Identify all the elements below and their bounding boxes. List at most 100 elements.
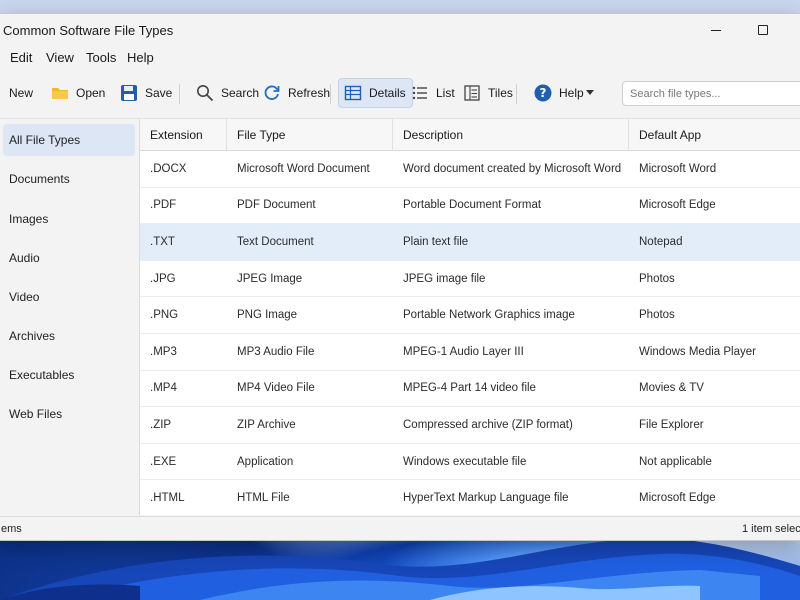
- cell-default-app: Movies & TV: [639, 382, 704, 395]
- refresh-icon: [262, 83, 282, 103]
- open-label: Open: [76, 86, 106, 100]
- list-label: List: [436, 86, 455, 100]
- toolbar-divider: [179, 84, 180, 104]
- table-row-selected[interactable]: .TXT Text Document Plain text file Notep…: [140, 224, 800, 261]
- new-button[interactable]: New: [0, 78, 39, 108]
- cell-file-type: ZIP Archive: [237, 418, 296, 431]
- cell-default-app: Notepad: [639, 235, 683, 248]
- sidebar-item-archives[interactable]: Archives: [3, 320, 135, 352]
- cell-description: Word document created by Microsoft Word: [403, 162, 622, 175]
- cell-extension: .TXT: [150, 235, 175, 248]
- cell-description: Portable Network Graphics image: [403, 309, 575, 322]
- cell-description: Portable Document Format: [403, 199, 542, 212]
- search-button[interactable]: Search: [191, 78, 265, 108]
- cell-default-app: Microsoft Edge: [639, 199, 716, 212]
- cell-default-app: Not applicable: [639, 455, 712, 468]
- table-header: Extension File Type Description Default …: [140, 119, 800, 151]
- table-row[interactable]: .EXE Application Windows executable file…: [140, 444, 800, 481]
- title-bar[interactable]: Common Software File Types: [0, 14, 800, 46]
- details-grid-icon: [343, 83, 363, 103]
- column-header-default-app[interactable]: Default App: [629, 119, 800, 151]
- open-button[interactable]: Open: [46, 78, 111, 108]
- sidebar-item-executables[interactable]: Executables: [3, 359, 135, 391]
- sidebar-item-video[interactable]: Video: [3, 281, 135, 313]
- cell-extension: .ZIP: [150, 418, 172, 431]
- table-row[interactable]: .PDF PDF Document Portable Document Form…: [140, 188, 800, 225]
- cell-file-type: Application: [237, 455, 294, 468]
- new-label: New: [9, 86, 34, 100]
- table-row[interactable]: .PNG PNG Image Portable Network Graphics…: [140, 297, 800, 334]
- refresh-label: Refresh: [288, 86, 331, 100]
- tiles-view-button[interactable]: Tiles: [458, 78, 519, 108]
- column-header-extension[interactable]: Extension: [140, 119, 227, 151]
- sidebar-item-images[interactable]: Images: [3, 203, 135, 235]
- menu-edit[interactable]: Edit: [8, 50, 34, 65]
- table-row[interactable]: .DOCX Microsoft Word Document Word docum…: [140, 151, 800, 188]
- tiles-icon: [462, 83, 482, 103]
- wallpaper-swirl-graphic: [0, 537, 800, 600]
- list-view-button[interactable]: List: [406, 78, 461, 108]
- cell-extension: .JPG: [150, 272, 176, 285]
- cell-file-type: Text Document: [237, 235, 314, 248]
- cell-default-app: Microsoft Edge: [639, 492, 716, 505]
- chevron-down-icon: [584, 83, 596, 103]
- table-row[interactable]: .ZIP ZIP Archive Compressed archive (ZIP…: [140, 407, 800, 444]
- cell-extension: .PNG: [150, 309, 179, 322]
- table-row[interactable]: .HTML HTML File HyperText Markup Languag…: [140, 480, 800, 517]
- cell-default-app: Photos: [639, 309, 675, 322]
- details-label: Details: [369, 86, 406, 100]
- toolbar-divider: [330, 84, 331, 104]
- toolbar-divider: [516, 84, 517, 104]
- search-icon: [195, 83, 215, 103]
- toolbar: New Open Save Search Refresh Details Lis…: [0, 76, 800, 114]
- cell-extension: .EXE: [150, 455, 177, 468]
- status-bar: ems 1 item selec: [0, 516, 800, 540]
- minimize-button[interactable]: [693, 14, 739, 46]
- menu-bar: Edit View Tools Help: [0, 46, 800, 70]
- cell-default-app: Microsoft Word: [639, 162, 717, 175]
- search-input[interactable]: [622, 81, 800, 106]
- details-view-button[interactable]: Details: [338, 78, 413, 108]
- help-icon: ?: [533, 83, 553, 103]
- maximize-button[interactable]: [740, 14, 786, 46]
- cell-default-app: Photos: [639, 272, 675, 285]
- maximize-icon: [758, 25, 768, 35]
- minimize-icon: [711, 29, 721, 31]
- help-button[interactable]: ? Help: [529, 78, 602, 108]
- status-selection: 1 item selec: [742, 523, 800, 535]
- cell-file-type: MP3 Audio File: [237, 345, 315, 358]
- column-header-file-type[interactable]: File Type: [227, 119, 393, 151]
- table-row[interactable]: .MP4 MP4 Video File MPEG-4 Part 14 video…: [140, 371, 800, 408]
- table-row[interactable]: .JPG JPEG Image JPEG image file Photos: [140, 261, 800, 298]
- folder-icon: [50, 83, 70, 103]
- cell-file-type: HTML File: [237, 492, 290, 505]
- sidebar-item-all-file-types[interactable]: All File Types: [3, 124, 135, 156]
- menu-view[interactable]: View: [44, 50, 76, 65]
- sidebar-item-documents[interactable]: Documents: [3, 163, 135, 195]
- sidebar-item-web-files[interactable]: Web Files: [3, 398, 135, 430]
- refresh-button[interactable]: Refresh: [258, 78, 336, 108]
- cell-file-type: MP4 Video File: [237, 382, 315, 395]
- window-title: Common Software File Types: [3, 23, 174, 38]
- cell-extension: .MP4: [150, 382, 177, 395]
- help-label: Help: [559, 86, 584, 100]
- cell-description: MPEG-1 Audio Layer III: [403, 345, 524, 358]
- menu-help[interactable]: Help: [125, 50, 156, 65]
- tiles-label: Tiles: [488, 86, 513, 100]
- cell-extension: .PDF: [150, 199, 177, 212]
- cell-extension: .DOCX: [150, 162, 187, 175]
- cell-description: JPEG image file: [403, 272, 486, 285]
- save-button[interactable]: Save: [115, 78, 178, 108]
- table-row[interactable]: .MP3 MP3 Audio File MPEG-1 Audio Layer I…: [140, 334, 800, 371]
- search-label: Search: [221, 86, 260, 100]
- category-sidebar: All File Types Documents Images Audio Vi…: [0, 119, 140, 515]
- sidebar-item-audio[interactable]: Audio: [3, 242, 135, 274]
- cell-file-type: JPEG Image: [237, 272, 303, 285]
- file-types-table: Extension File Type Description Default …: [140, 119, 800, 517]
- menu-tools[interactable]: Tools: [84, 50, 118, 65]
- cell-description: HyperText Markup Language file: [403, 492, 569, 505]
- column-header-description[interactable]: Description: [393, 119, 629, 151]
- content-area: All File Types Documents Images Audio Vi…: [0, 118, 800, 517]
- save-label: Save: [145, 86, 173, 100]
- cell-default-app: File Explorer: [639, 418, 704, 431]
